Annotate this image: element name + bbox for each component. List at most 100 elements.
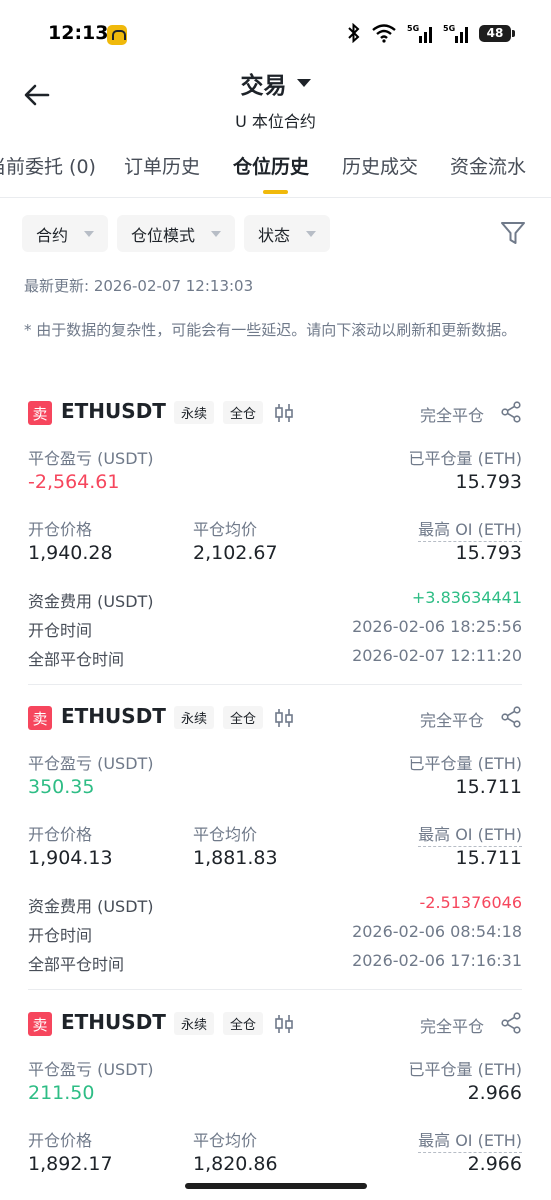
filter-icon[interactable] — [499, 219, 527, 247]
close-time-value: 2026-02-07 12:11:20 — [352, 646, 522, 665]
app-notification-icon — [107, 25, 127, 45]
margin-mode-tag: 全仓 — [223, 401, 264, 424]
max-oi-label[interactable]: 最高 OI (ETH) — [418, 1127, 522, 1153]
share-icon[interactable] — [500, 1012, 522, 1034]
avg-close-value: 1,881.83 — [193, 847, 278, 869]
funding-value: +3.83634441 — [411, 588, 522, 607]
open-time-label: 开仓时间 — [28, 926, 93, 945]
home-indicator[interactable] — [185, 1183, 367, 1189]
close-time-value: 2026-02-06 17:16:31 — [352, 951, 522, 970]
tab-trade-history[interactable]: 历史成交 — [342, 152, 418, 179]
position-card-header: 卖 ETHUSDT 永续 全仓 完全平仓 — [28, 399, 522, 426]
candlestick-chart-icon[interactable] — [273, 1013, 295, 1035]
entry-price-value: 1,904.13 — [28, 847, 113, 869]
svg-text:5G: 5G — [443, 24, 455, 33]
filter-position-mode[interactable]: 仓位模式 — [117, 215, 236, 252]
closed-qty-label: 已平仓量 (ETH) — [408, 754, 523, 773]
margin-mode-tag: 全仓 — [223, 1012, 264, 1035]
max-oi-value: 15.793 — [455, 542, 522, 564]
signal-5g-icon: 5G — [443, 22, 469, 44]
pnl-value: 211.50 — [28, 1082, 95, 1104]
max-oi-value: 15.711 — [455, 847, 522, 869]
wifi-icon — [371, 23, 397, 43]
position-card[interactable]: 卖 ETHUSDT 永续 全仓 完全平仓 平仓盈亏 (USDT) 已平仓量 (E… — [28, 704, 523, 990]
battery-icon: 48 — [479, 24, 515, 42]
avg-close-value: 1,820.86 — [193, 1153, 278, 1175]
caret-down-icon — [211, 230, 222, 237]
pnl-value: -2,564.61 — [28, 471, 120, 493]
max-oi-value: 2.966 — [467, 1153, 522, 1175]
closed-qty-value: 15.711 — [455, 776, 522, 798]
share-icon[interactable] — [500, 706, 522, 728]
filter-status-label: 状态 — [258, 225, 291, 245]
perpetual-tag: 永续 — [174, 706, 215, 729]
position-card-header: 卖 ETHUSDT 永续 全仓 完全平仓 — [28, 1010, 522, 1037]
filter-contract-label: 合约 — [36, 225, 69, 245]
pnl-label: 平仓盈亏 (USDT) — [28, 449, 154, 468]
close-status: 完全平仓 — [419, 406, 484, 425]
pnl-label: 平仓盈亏 (USDT) — [28, 1060, 154, 1079]
position-card-header: 卖 ETHUSDT 永续 全仓 完全平仓 — [28, 704, 522, 731]
pnl-label: 平仓盈亏 (USDT) — [28, 754, 154, 773]
status-icons: 5G 5G 48 — [347, 22, 515, 44]
position-card[interactable]: 卖 ETHUSDT 永续 全仓 完全平仓 平仓盈亏 (USDT) 已平仓量 (E… — [28, 1010, 522, 1181]
avg-close-value: 2,102.67 — [193, 542, 278, 564]
entry-price-value: 1,940.28 — [28, 542, 113, 564]
funding-label: 资金费用 (USDT) — [28, 592, 154, 611]
bluetooth-icon — [347, 23, 361, 43]
tab-bar: 当前委托 (0) 订单历史 仓位历史 历史成交 资金流水 — [0, 148, 551, 198]
avg-close-label: 平仓均价 — [193, 825, 258, 844]
last-updated: 最新更新: 2026-02-07 12:13:03 — [24, 277, 254, 295]
svg-text:5G: 5G — [407, 24, 419, 33]
filter-status[interactable]: 状态 — [244, 215, 331, 252]
tab-position-history[interactable]: 仓位历史 — [233, 152, 309, 179]
title-wrap: 交易 U 本位合约 — [0, 66, 551, 132]
caret-down-icon — [84, 230, 95, 237]
signal-5g-icon: 5G — [407, 22, 433, 44]
max-oi-label[interactable]: 最高 OI (ETH) — [418, 516, 522, 542]
active-tab-indicator — [263, 190, 288, 194]
perpetual-tag: 永续 — [174, 1012, 215, 1035]
position-symbol: ETHUSDT — [61, 1010, 166, 1034]
candlestick-chart-icon[interactable] — [273, 707, 295, 729]
funding-label: 资金费用 (USDT) — [28, 897, 154, 916]
close-status: 完全平仓 — [419, 1017, 484, 1036]
delay-notice: * 由于数据的复杂性，可能会有一些延迟。请向下滚动以刷新和更新数据。 — [24, 321, 517, 339]
side-badge: 卖 — [28, 401, 52, 425]
perpetual-tag: 永续 — [174, 401, 215, 424]
margin-mode-tag: 全仓 — [223, 706, 264, 729]
page-title: 交易 — [240, 73, 287, 99]
open-time-label: 开仓时间 — [28, 621, 93, 640]
tab-transaction-history[interactable]: 资金流水 — [450, 152, 526, 179]
side-badge: 卖 — [28, 1012, 52, 1036]
closed-qty-value: 2.966 — [467, 1082, 522, 1104]
entry-price-value: 1,892.17 — [28, 1153, 113, 1175]
close-time-label: 全部平仓时间 — [28, 955, 125, 974]
pnl-value: 350.35 — [28, 776, 95, 798]
open-time-value: 2026-02-06 18:25:56 — [352, 617, 522, 636]
filter-bar: 合约 仓位模式 状态 — [22, 215, 331, 252]
tab-order-history[interactable]: 订单历史 — [124, 152, 200, 179]
entry-price-label: 开仓价格 — [28, 1131, 93, 1150]
share-icon[interactable] — [500, 401, 522, 423]
caret-down-icon — [296, 79, 311, 87]
position-symbol: ETHUSDT — [61, 399, 166, 423]
filter-position-mode-label: 仓位模式 — [131, 225, 196, 245]
entry-price-label: 开仓价格 — [28, 825, 93, 844]
side-badge: 卖 — [28, 706, 52, 730]
avg-close-label: 平仓均价 — [193, 1131, 258, 1150]
close-status: 完全平仓 — [419, 711, 484, 730]
entry-price-label: 开仓价格 — [28, 520, 93, 539]
candlestick-chart-icon[interactable] — [273, 402, 295, 424]
status-time: 12:13 — [48, 22, 109, 44]
open-time-value: 2026-02-06 08:54:18 — [352, 922, 522, 941]
filter-contract[interactable]: 合约 — [22, 215, 109, 252]
page-subtitle: U 本位合约 — [235, 112, 316, 131]
max-oi-label[interactable]: 最高 OI (ETH) — [418, 821, 522, 847]
closed-qty-label: 已平仓量 (ETH) — [408, 449, 523, 468]
closed-qty-value: 15.793 — [455, 471, 522, 493]
position-card[interactable]: 卖 ETHUSDT 永续 全仓 完全平仓 平仓盈亏 (USDT) 已平仓量 (E… — [28, 399, 523, 685]
caret-down-icon — [306, 230, 317, 237]
tab-open-orders[interactable]: 当前委托 (0) — [0, 152, 96, 179]
page-title-dropdown[interactable]: 交易 — [241, 66, 311, 100]
